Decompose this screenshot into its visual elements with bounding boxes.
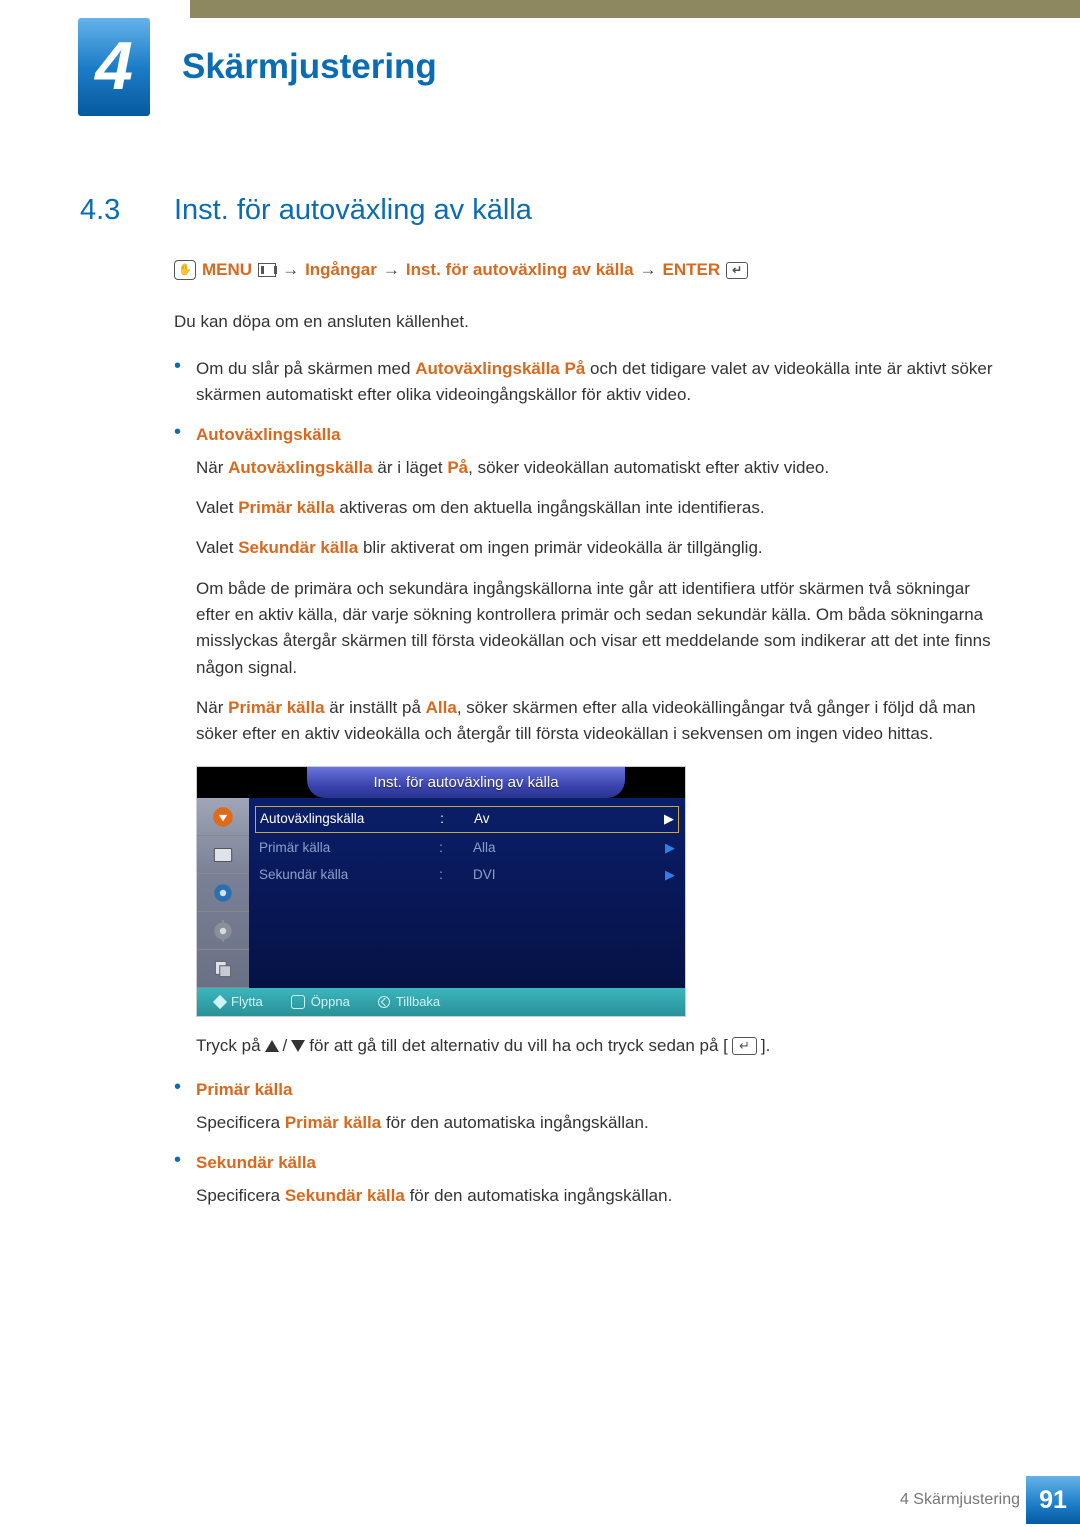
enter-icon [291, 995, 305, 1009]
footer-label: 4 Skärmjustering [900, 1488, 1020, 1513]
para: Om både de primära och sekundära ingångs… [196, 576, 1000, 681]
para: Valet Sekundär källa blir aktiverat om i… [196, 535, 1000, 561]
intro-text: Du kan döpa om en ansluten källenhet. [174, 309, 1000, 335]
chevron-right-icon: ▶ [593, 838, 675, 858]
osd-sep: : [430, 809, 454, 830]
remote-icon: ✋ [174, 260, 196, 280]
nav-p2: Inst. för autoväxling av källa [406, 257, 634, 283]
osd-tab-setup[interactable] [197, 912, 249, 950]
press-instruction: Tryck på / för att gå till det alternati… [196, 1033, 1000, 1059]
footer-page-number: 91 [1026, 1476, 1080, 1524]
osd-row[interactable]: Primär källa : Alla ▶ [249, 835, 685, 862]
para: När Autoväxlingskälla är i läget På, sök… [196, 455, 1000, 481]
page-footer: 4 Skärmjustering 91 [0, 1473, 1080, 1527]
arrow-icon: → [282, 257, 299, 283]
osd-row[interactable]: Sekundär källa : DVI ▶ [249, 862, 685, 889]
osd-tab-multi[interactable] [197, 950, 249, 988]
bullet-sekundar: Sekundär källa Specificera Sekundär käll… [174, 1150, 1000, 1209]
nav-p1: Ingångar [305, 257, 377, 283]
osd-value: DVI [453, 865, 593, 886]
para: Valet Primär källa aktiveras om den aktu… [196, 495, 1000, 521]
chapter-badge: 4 [78, 18, 150, 116]
section-heading: 4.3 Inst. för autoväxling av källa [80, 188, 1000, 233]
osd-tab-input[interactable] [197, 798, 249, 836]
arrow-icon: → [640, 257, 657, 283]
osd-title: Inst. för autoväxling av källa [307, 767, 625, 798]
osd-label: Sekundär källa [259, 865, 429, 886]
osd-row-selected[interactable]: Autoväxlingskälla : Av ▶ [255, 806, 679, 833]
bullet-primar: Primär källa Specificera Primär källa fö… [174, 1077, 1000, 1136]
text: Om du slår på skärmen med [196, 359, 415, 378]
osd-value: Av [454, 809, 594, 830]
osd-label: Primär källa [259, 838, 429, 859]
up-arrow-icon [265, 1040, 279, 1052]
osd-side-tabs [197, 798, 249, 988]
move-icon [213, 995, 227, 1009]
osd-label: Autoväxlingskälla [260, 809, 430, 830]
osd-sep: : [429, 865, 453, 886]
highlight: Autoväxlingskälla På [415, 359, 585, 378]
bullet-autovaxling: Autoväxlingskälla När Autoväxlingskälla … [174, 422, 1000, 1059]
osd-value: Alla [453, 838, 593, 859]
section-title: Inst. för autoväxling av källa [174, 188, 532, 233]
para: När Primär källa är inställt på Alla, sö… [196, 695, 1000, 748]
section-number: 4.3 [80, 188, 150, 233]
chevron-right-icon: ▶ [594, 809, 674, 829]
para: Specificera Sekundär källa för den autom… [196, 1183, 1000, 1209]
osd-hint-open: Öppna [291, 992, 350, 1012]
bullet-title: Autoväxlingskälla [196, 422, 1000, 448]
para: Specificera Primär källa för den automat… [196, 1110, 1000, 1136]
chapter-title: Skärmjustering [182, 40, 437, 94]
bullet-title: Sekundär källa [196, 1150, 1000, 1176]
chevron-right-icon: ▶ [593, 865, 675, 885]
back-icon [378, 996, 390, 1008]
nav-enter: ENTER [663, 257, 721, 283]
note-bullet: Om du slår på skärmen med Autoväxlingskä… [174, 356, 1000, 409]
bullet-title: Primär källa [196, 1077, 1000, 1103]
enter-icon: ↵ [732, 1037, 757, 1055]
osd-sep: : [429, 838, 453, 859]
osd-tab-picture[interactable] [197, 836, 249, 874]
osd-tab-sound[interactable] [197, 874, 249, 912]
nav-menu: MENU [202, 257, 252, 283]
top-bar [190, 0, 1080, 18]
osd-hint-back: Tillbaka [378, 992, 440, 1012]
osd-footer: Flytta Öppna Tillbaka [197, 988, 685, 1016]
down-arrow-icon [291, 1040, 305, 1052]
enter-icon: ↵ [726, 262, 748, 279]
osd-hint-move: Flytta [215, 992, 263, 1012]
menu-icon [258, 263, 276, 277]
menu-navigation-path: ✋ MENU → Ingångar → Inst. för autoväxlin… [174, 257, 1000, 283]
chapter-number: 4 [95, 14, 133, 119]
content: 4.3 Inst. för autoväxling av källa ✋ MEN… [80, 188, 1000, 1223]
osd-panel: Inst. för autoväxling av källa Autoväxli… [196, 766, 686, 1017]
arrow-icon: → [383, 257, 400, 283]
osd-main: Autoväxlingskälla : Av ▶ Primär källa : … [249, 798, 685, 988]
